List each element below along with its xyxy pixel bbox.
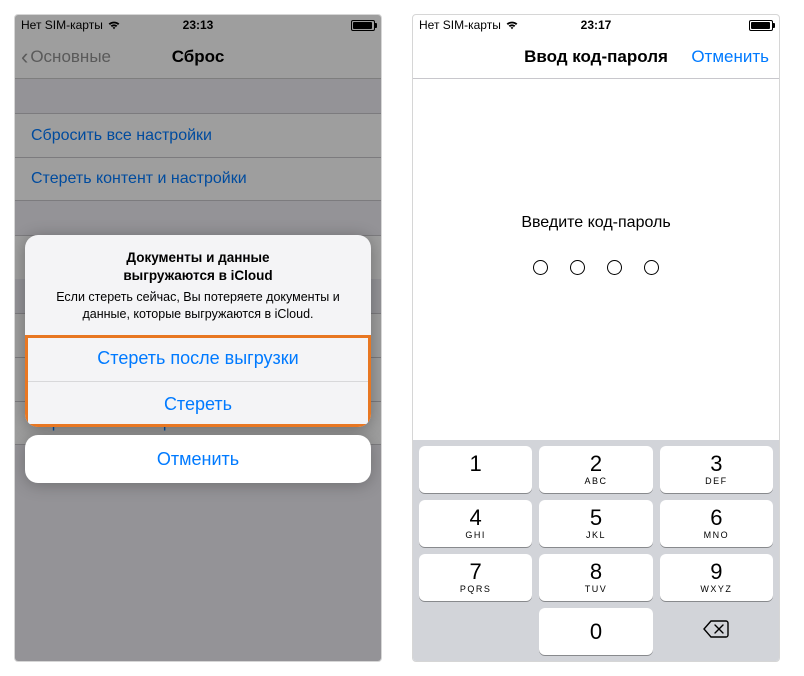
key-4[interactable]: 4 GHI <box>419 500 532 547</box>
phone-reset-screen: Нет SIM-карты 23:13 ‹ Основные Сброс Сбр… <box>14 14 382 662</box>
passcode-prompt: Введите код-пароль <box>521 214 670 232</box>
chevron-left-icon: ‹ <box>21 46 28 68</box>
erase-after-upload-button[interactable]: Стереть после выгрузки <box>25 335 371 381</box>
action-sheet-main: Документы и данные выгружаются в iCloud … <box>25 235 371 427</box>
cancel-button[interactable]: Отменить <box>691 47 769 67</box>
wifi-icon <box>107 19 121 32</box>
key-6[interactable]: 6 MNO <box>660 500 773 547</box>
nav-bar: Ввод код-пароля Отменить <box>413 35 779 79</box>
status-bar: Нет SIM-карты 23:17 <box>413 15 779 35</box>
passcode-dot <box>570 260 585 275</box>
passcode-dot <box>607 260 622 275</box>
status-bar: Нет SIM-карты 23:13 <box>15 15 381 35</box>
carrier-label: Нет SIM-карты <box>419 18 501 32</box>
passcode-area: Введите код-пароль <box>413 79 779 440</box>
key-0[interactable]: 0 <box>539 608 652 655</box>
key-blank <box>419 608 532 655</box>
backspace-icon <box>702 619 730 645</box>
key-7[interactable]: 7 PQRS <box>419 554 532 601</box>
passcode-dots <box>533 260 659 275</box>
sheet-message: Если стереть сейчас, Вы потеряете докуме… <box>43 289 353 323</box>
sheet-header: Документы и данные выгружаются в iCloud … <box>25 235 371 335</box>
battery-icon <box>351 20 375 31</box>
key-8[interactable]: 8 TUV <box>539 554 652 601</box>
numeric-keypad: 1 2 ABC 3 DEF 4 GHI 5 JKL 6 MNO <box>413 440 779 661</box>
action-sheet: Документы и данные выгружаются в iCloud … <box>15 235 381 483</box>
back-button[interactable]: ‹ Основные <box>15 46 111 68</box>
erase-button[interactable]: Стереть <box>25 381 371 427</box>
sheet-cancel-button[interactable]: Отменить <box>25 435 371 483</box>
nav-bar: ‹ Основные Сброс <box>15 35 381 79</box>
key-3[interactable]: 3 DEF <box>660 446 773 493</box>
key-1[interactable]: 1 <box>419 446 532 493</box>
phone-passcode-screen: Нет SIM-карты 23:17 Ввод код-пароля Отме… <box>412 14 780 662</box>
key-2[interactable]: 2 ABC <box>539 446 652 493</box>
key-backspace[interactable] <box>660 608 773 655</box>
key-5[interactable]: 5 JKL <box>539 500 652 547</box>
carrier-label: Нет SIM-карты <box>21 18 103 32</box>
back-label: Основные <box>30 47 111 67</box>
passcode-dot <box>644 260 659 275</box>
wifi-icon <box>505 19 519 32</box>
key-9[interactable]: 9 WXYZ <box>660 554 773 601</box>
passcode-body: Введите код-пароль 1 2 ABC 3 DEF <box>413 79 779 661</box>
passcode-dot <box>533 260 548 275</box>
battery-icon <box>749 20 773 31</box>
